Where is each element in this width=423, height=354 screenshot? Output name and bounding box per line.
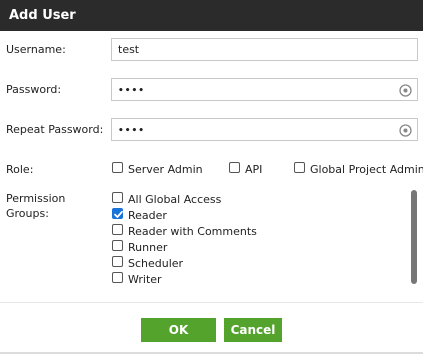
password-value: •••• [118,86,146,96]
permission-scrollbar-thumb[interactable] [411,190,417,284]
username-input[interactable]: test [111,38,418,61]
permission-checkbox-all-global-access[interactable] [112,192,123,203]
divider [0,302,423,303]
permission-label-runner: Runner [128,241,168,254]
permission-checkbox-runner[interactable] [112,240,123,251]
password-label: Password: [6,83,62,96]
cancel-button[interactable]: Cancel [224,318,282,342]
role-label-api: API [245,163,263,176]
repeat-password-label: Repeat Password: [6,123,104,136]
permission-label-writer: Writer [128,273,162,286]
checkmark-icon [114,210,123,218]
permission-groups-label-line2: Groups: [6,207,49,220]
permission-checkbox-scheduler[interactable] [112,256,123,267]
permission-checkbox-reader[interactable] [112,208,123,219]
role-label-server-admin: Server Admin [128,163,203,176]
role-label: Role: [6,163,34,176]
permission-checkbox-writer[interactable] [112,272,123,283]
ok-button[interactable]: OK [141,318,216,342]
eye-icon[interactable] [399,83,412,97]
role-label-global-project-admin: Global Project Admin [310,163,423,176]
permission-label-reader-with-comments: Reader with Comments [128,225,257,238]
permission-groups-label-line1: Permission [6,192,66,205]
dialog-title: Add User [0,0,423,31]
repeat-password-input[interactable]: •••• [111,118,418,141]
password-input[interactable]: •••• [111,78,418,101]
eye-icon[interactable] [399,123,412,137]
username-label: Username: [6,43,66,56]
repeat-password-value: •••• [118,126,146,136]
role-checkbox-api[interactable] [229,162,240,173]
permission-label-reader: Reader [128,209,167,222]
role-checkbox-global-project-admin[interactable] [294,162,305,173]
permission-label-all-global-access: All Global Access [128,193,222,206]
username-value: test [118,43,140,56]
permission-label-scheduler: Scheduler [128,257,184,270]
role-checkbox-server-admin[interactable] [112,162,123,173]
permission-checkbox-reader-with-comments[interactable] [112,224,123,235]
